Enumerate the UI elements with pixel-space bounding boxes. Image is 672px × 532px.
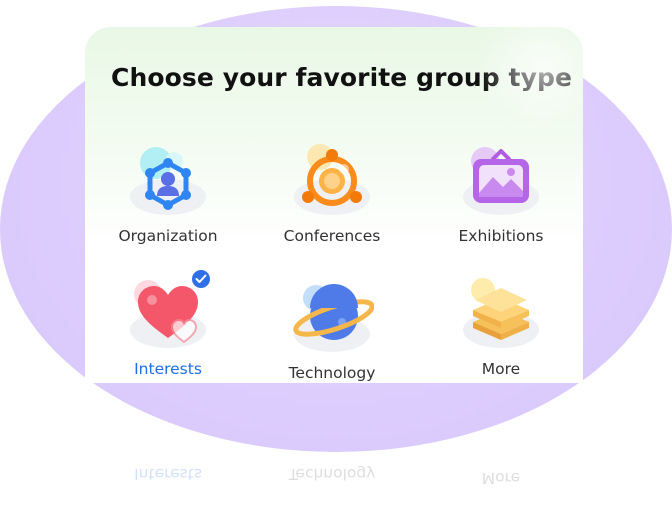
option-organization[interactable]: Organization xyxy=(93,139,243,245)
option-label: More xyxy=(481,360,521,378)
organization-icon xyxy=(126,139,210,223)
option-label: Technology xyxy=(288,364,376,382)
option-interests[interactable]: Interests xyxy=(93,268,243,378)
exhibitions-icon xyxy=(459,139,543,223)
reflection-label: More xyxy=(481,469,521,487)
selected-checkmark-icon xyxy=(190,268,212,290)
option-more[interactable]: More xyxy=(426,272,576,378)
option-exhibitions[interactable]: Exhibitions xyxy=(426,139,576,245)
more-icon xyxy=(459,272,543,356)
option-label: Interests xyxy=(134,360,202,378)
reflection-label: Technology xyxy=(288,465,376,483)
option-conferences[interactable]: Conferences xyxy=(257,139,407,245)
group-type-picker: Choose your favorite group type Organiza… xyxy=(0,0,672,532)
technology-icon xyxy=(290,276,374,360)
option-technology[interactable]: Technology xyxy=(257,276,407,382)
interests-icon xyxy=(126,268,212,356)
reflection-label: Interests xyxy=(134,465,202,483)
option-label: Conferences xyxy=(283,227,381,245)
label-reflection: Interests Technology More xyxy=(85,455,583,515)
page-title: Choose your favorite group type xyxy=(111,63,573,92)
conferences-icon xyxy=(290,139,374,223)
option-label: Organization xyxy=(118,227,218,245)
group-type-card: Choose your favorite group type Organiza… xyxy=(85,27,583,383)
option-label: Exhibitions xyxy=(458,227,544,245)
